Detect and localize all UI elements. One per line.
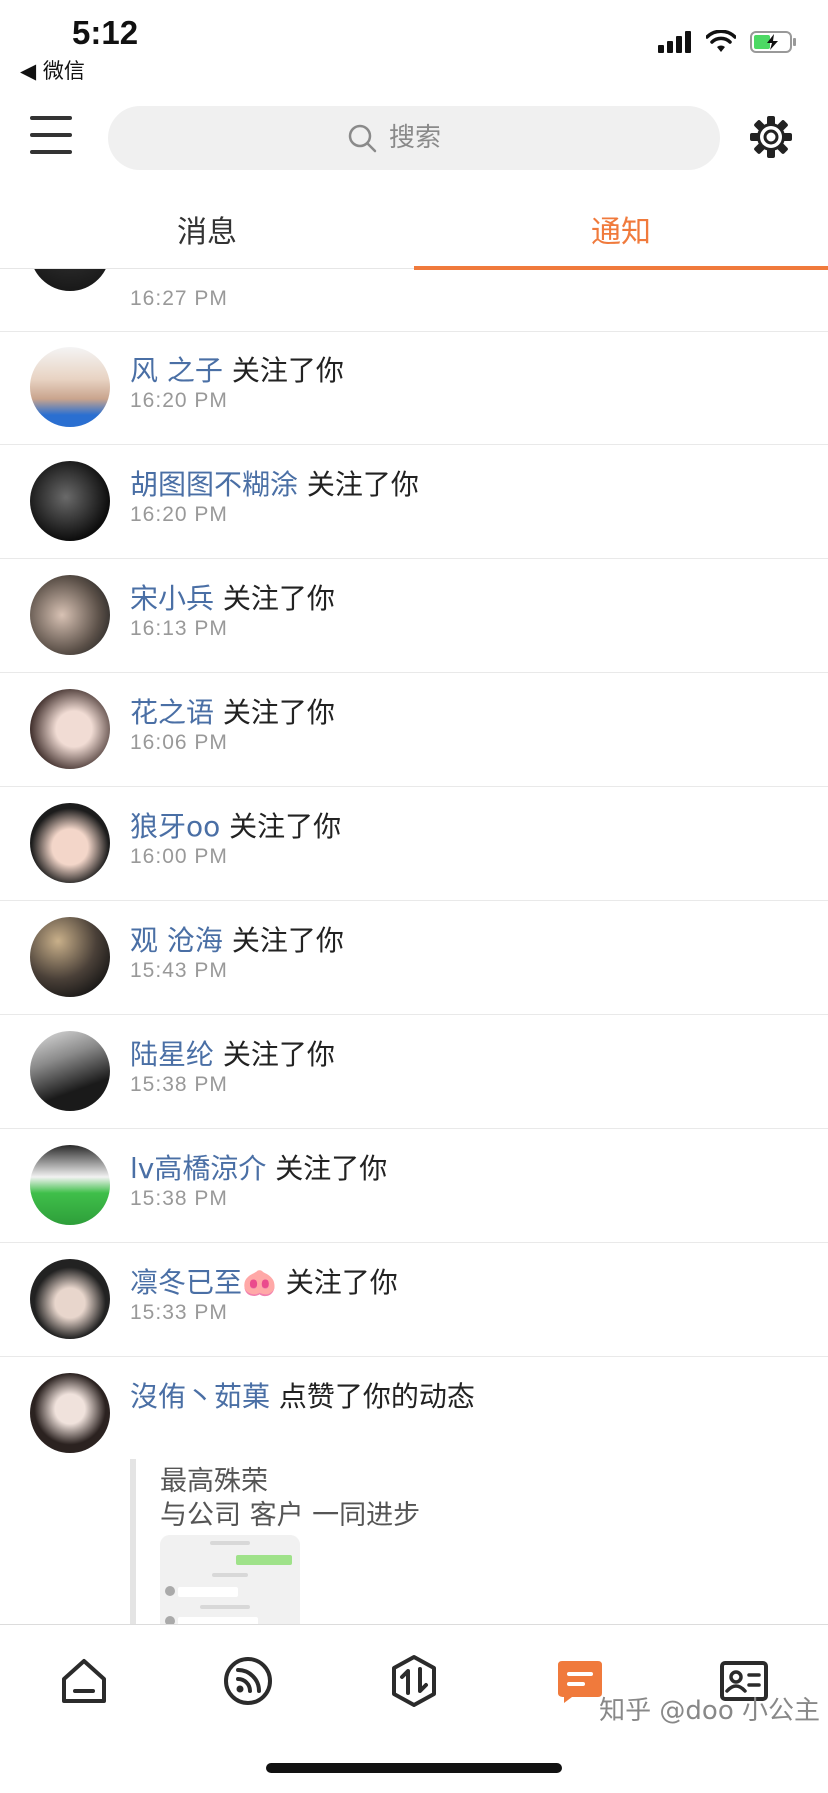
search-input[interactable] — [387, 122, 481, 154]
nav-home[interactable] — [56, 1653, 112, 1709]
notification-text: 狼牙oo 关注了你 — [130, 805, 341, 845]
action-text: 关注了你 — [222, 696, 335, 729]
signal-icon — [658, 31, 691, 53]
notification-time: 16:06 PM — [130, 731, 228, 754]
action-text: 关注了你 — [231, 924, 344, 957]
search-bar[interactable] — [108, 106, 720, 170]
home-indicator[interactable] — [266, 1763, 562, 1773]
notification-text: lv高橋涼介 关注了你 — [130, 1147, 387, 1187]
user-name-link[interactable]: 宋小兵 — [130, 582, 214, 615]
user-name-link[interactable]: 观 沧海 — [130, 924, 223, 957]
notification-text: 陆星纶 关注了你 — [130, 1033, 335, 1073]
clock: 5:12 — [72, 14, 139, 51]
back-to-app-link[interactable]: ◀ 微信 — [20, 55, 85, 85]
notification-text: 风 之子 关注了你 — [130, 349, 344, 389]
bottom-nav: 知乎 @doo 小公主 — [0, 1624, 828, 1793]
action-text: 关注了你 — [231, 354, 344, 387]
chat-screenshot-image — [160, 1535, 300, 1624]
user-name-link[interactable]: 狼牙oo — [130, 810, 220, 843]
action-text: 点赞了你的动态 — [278, 1380, 475, 1413]
gear-icon — [750, 116, 792, 158]
avatar[interactable] — [30, 461, 110, 541]
user-name-link[interactable]: 胡图图不糊涂 — [130, 468, 298, 501]
notification-text: 观 沧海 关注了你 — [130, 919, 344, 959]
list-item[interactable]: 观 沧海 关注了你 15:43 PM — [0, 901, 828, 1015]
action-text: 关注了你 — [222, 582, 335, 615]
user-name-link[interactable]: 花之语 — [130, 696, 214, 729]
user-name-link[interactable]: 沒侑丶茹菓 — [130, 1380, 270, 1413]
watermark: 知乎 @doo 小公主 — [599, 1696, 820, 1726]
action-text: 关注了你 — [275, 1152, 388, 1185]
avatar[interactable] — [30, 575, 110, 655]
action-text: 关注了你 — [229, 810, 342, 843]
wifi-icon — [706, 30, 736, 52]
avatar[interactable] — [30, 1145, 110, 1225]
notification-text: 胡图图不糊涂 关注了你 — [130, 463, 419, 503]
notification-time: 15:38 PM — [130, 1187, 228, 1210]
notification-time: 15:43 PM — [130, 959, 228, 982]
notification-time: 16:00 PM — [130, 845, 228, 868]
tab-messages[interactable]: 消息 — [0, 190, 414, 268]
user-name-link[interactable]: 陆星纶 — [130, 1038, 214, 1071]
list-item[interactable]: 风 之子 关注了你 16:20 PM — [0, 331, 828, 445]
notification-text: 宋小兵 关注了你 — [130, 577, 335, 617]
menu-button[interactable] — [30, 116, 74, 156]
notification-time: 15:38 PM — [130, 1073, 228, 1096]
avatar[interactable] — [30, 917, 110, 997]
header — [0, 96, 828, 180]
action-text: 关注了你 — [306, 468, 419, 501]
list-item[interactable]: 16:27 PM — [0, 269, 828, 332]
list-item[interactable]: 胡图图不糊涂 关注了你 16:20 PM — [0, 445, 828, 559]
nav-exchange[interactable] — [386, 1653, 442, 1709]
tab-notifications[interactable]: 通知 — [414, 190, 828, 268]
notification-text: 花之语 关注了你 — [130, 691, 335, 731]
post-text-line: 与公司 客户 一同进步 — [160, 1500, 421, 1531]
list-item[interactable]: 陆星纶 关注了你 15:38 PM — [0, 1015, 828, 1129]
avatar[interactable] — [30, 1373, 110, 1453]
user-name-link[interactable]: 凛冬已至🐽 — [130, 1266, 277, 1299]
list-item[interactable]: 花之语 关注了你 16:06 PM — [0, 673, 828, 787]
liked-post-preview[interactable]: 最高殊荣 与公司 客户 一同进步 — [130, 1459, 656, 1624]
battery-charging-icon — [750, 31, 796, 53]
list-item[interactable]: 狼牙oo 关注了你 16:00 PM — [0, 787, 828, 901]
avatar[interactable] — [30, 269, 110, 291]
notification-time: 16:20 PM — [130, 389, 228, 412]
avatar[interactable] — [30, 803, 110, 883]
status-icons — [658, 30, 798, 54]
notification-text: 凛冬已至🐽 关注了你 — [130, 1261, 398, 1301]
home-icon — [62, 1659, 106, 1703]
avatar[interactable] — [30, 1259, 110, 1339]
avatar[interactable] — [30, 1031, 110, 1111]
user-name-link[interactable]: 风 之子 — [130, 354, 223, 387]
list-item[interactable]: 沒侑丶茹菓 点赞了你的动态 最高殊荣 与公司 客户 一同进步 — [0, 1357, 828, 1624]
avatar[interactable] — [30, 689, 110, 769]
feed-icon — [224, 1657, 272, 1705]
search-icon — [348, 124, 377, 153]
notification-time: 15:33 PM — [130, 1301, 228, 1324]
notification-list[interactable]: 16:27 PM 风 之子 关注了你 16:20 PM 胡图图不糊涂 关注了你 … — [0, 269, 828, 1624]
notification-time: 16:20 PM — [130, 503, 228, 526]
menu-icon — [30, 116, 72, 120]
user-name-link[interactable]: lv高橋涼介 — [130, 1152, 266, 1185]
notification-time: 16:13 PM — [130, 617, 228, 640]
settings-button[interactable] — [748, 114, 794, 160]
post-image[interactable] — [160, 1535, 300, 1624]
status-bar: 5:12 ◀ 微信 — [0, 0, 828, 90]
tab-bar: 消息 通知 — [0, 190, 828, 270]
notification-text: 沒侑丶茹菓 点赞了你的动态 — [130, 1375, 475, 1415]
nav-feed[interactable] — [220, 1653, 276, 1709]
action-text: 关注了你 — [285, 1266, 398, 1299]
list-item[interactable]: 凛冬已至🐽 关注了你 15:33 PM — [0, 1243, 828, 1357]
action-text: 关注了你 — [222, 1038, 335, 1071]
notification-time: 16:27 PM — [130, 287, 228, 310]
avatar[interactable] — [30, 347, 110, 427]
list-item[interactable]: lv高橋涼介 关注了你 15:38 PM — [0, 1129, 828, 1243]
list-item[interactable]: 宋小兵 关注了你 16:13 PM — [0, 559, 828, 673]
exchange-icon — [392, 1655, 436, 1707]
